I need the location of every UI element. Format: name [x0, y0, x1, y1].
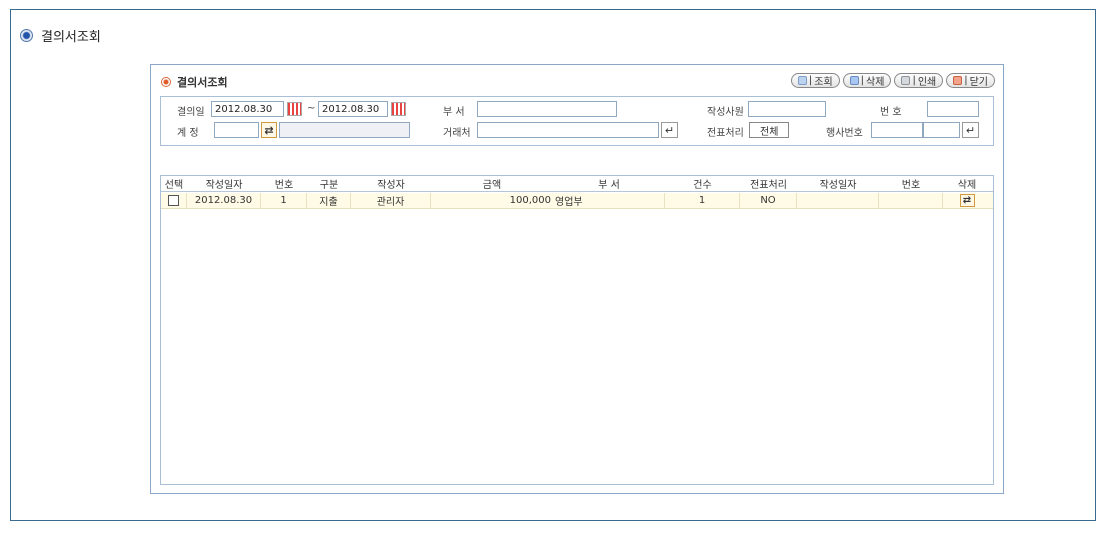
col-amount[interactable]: 금액 [431, 176, 553, 191]
account-refresh-button[interactable]: ⇄ [261, 122, 277, 138]
event-label: 행사번호 [826, 128, 863, 139]
date-from-input[interactable]: 2012.08.30 [211, 101, 284, 117]
row-count: 1 [665, 193, 740, 208]
result-grid: 선택 작성일자 번호 구분 작성자 금액 부 서 건수 전표처리 작성일자 번호… [160, 175, 994, 485]
row-no: 1 [261, 193, 307, 208]
refresh-icon: ⇄ [962, 195, 972, 206]
print-icon [901, 76, 911, 85]
delete-button-sep: | [860, 75, 865, 86]
account-name-input[interactable] [279, 122, 410, 138]
col-select[interactable]: 선택 [161, 176, 187, 191]
panel-title: 결의서조회 [177, 76, 228, 89]
toolbar: | 조회 | 삭제 | 인쇄 | 닫기 [790, 73, 995, 88]
col-dept[interactable]: 부 서 [553, 176, 665, 191]
slip-select[interactable]: 전체 [749, 122, 790, 138]
table-row[interactable]: 2012.08.30 1 지출 관리자 100,000 영업부 1 NO ⇄ [161, 193, 993, 209]
calendar-from-icon[interactable] [287, 102, 302, 116]
date-label: 결의일 [177, 107, 205, 118]
row-date: 2012.08.30 [187, 193, 261, 208]
search-form: 결의일 2012.08.30 ~ 2012.08.30 부 서 작성사원 번 호… [160, 96, 994, 146]
row-checkbox[interactable] [168, 195, 179, 206]
close-button[interactable]: | 닫기 [946, 73, 995, 88]
writer-input[interactable] [748, 101, 826, 117]
page-header: 결의서조회 [20, 26, 101, 45]
row-writer: 관리자 [351, 193, 431, 208]
dept-label: 부 서 [443, 107, 465, 118]
number-label: 번 호 [880, 107, 902, 118]
page-bullet-icon [20, 29, 33, 42]
print-button-sep: | [912, 75, 916, 86]
row-select-cell [161, 193, 187, 208]
col-no[interactable]: 번호 [261, 176, 307, 191]
client-input[interactable] [477, 122, 659, 138]
row-dept: 영업부 [553, 193, 665, 208]
page-title: 결의서조회 [41, 30, 101, 45]
col-count[interactable]: 건수 [665, 176, 740, 191]
row-slip: NO [740, 193, 797, 208]
date-to-input[interactable]: 2012.08.30 [318, 101, 388, 117]
row-slip-date [797, 193, 879, 208]
number-input[interactable] [927, 101, 979, 117]
account-code-input[interactable] [214, 122, 259, 138]
col-writer[interactable]: 작성자 [351, 176, 431, 191]
col-slip-no[interactable]: 번호 [879, 176, 943, 191]
account-label: 계 정 [177, 128, 199, 139]
calendar-to-icon[interactable] [391, 102, 406, 116]
writer-label: 작성사원 [707, 107, 744, 118]
search-button-label: | [808, 75, 813, 86]
search-button-text: 조회 [814, 77, 833, 88]
close-button-sep: | [964, 75, 968, 86]
delete-button-text: 삭제 [866, 77, 885, 88]
event-input-2[interactable] [923, 122, 960, 138]
enter-icon: ↵ [965, 123, 976, 137]
col-delete[interactable]: 삭제 [943, 176, 991, 191]
col-slip[interactable]: 전표처리 [740, 176, 797, 191]
col-date[interactable]: 작성일자 [187, 176, 261, 191]
delete-button[interactable]: | 삭제 [842, 73, 892, 88]
col-slip-date[interactable]: 작성일자 [797, 176, 879, 191]
print-button[interactable]: | 인쇄 [894, 73, 944, 88]
row-slip-no [879, 193, 943, 208]
event-input-1[interactable] [871, 122, 923, 138]
grid-header: 선택 작성일자 번호 구분 작성자 금액 부 서 건수 전표처리 작성일자 번호… [161, 176, 993, 192]
row-delete-button[interactable]: ⇄ [959, 194, 975, 207]
row-type: 지출 [307, 193, 351, 208]
print-button-text: 인쇄 [917, 77, 937, 88]
refresh-icon: ⇄ [264, 123, 274, 137]
row-amount: 100,000 [509, 195, 551, 206]
panel-bullet-icon [161, 77, 171, 87]
slip-label: 전표처리 [707, 128, 744, 139]
search-icon [797, 76, 807, 85]
delete-icon [849, 76, 859, 85]
event-enter-button[interactable]: ↵ [962, 122, 979, 138]
col-type[interactable]: 구분 [307, 176, 351, 191]
search-button[interactable]: | 조회 [790, 73, 840, 88]
close-icon [953, 76, 963, 85]
client-enter-button[interactable]: ↵ [661, 122, 678, 138]
panel-header: 결의서조회 [161, 74, 228, 90]
close-button-text: 닫기 [969, 77, 988, 88]
row-delete-cell: ⇄ [943, 193, 991, 208]
dept-input[interactable] [477, 101, 617, 117]
date-separator: ~ [307, 103, 316, 114]
enter-icon: ↵ [664, 123, 675, 137]
main-panel: 결의서조회 | 조회 | 삭제 | 인쇄 | 닫기 결의일 2012.08.30… [150, 64, 1004, 494]
client-label: 거래처 [443, 128, 471, 139]
